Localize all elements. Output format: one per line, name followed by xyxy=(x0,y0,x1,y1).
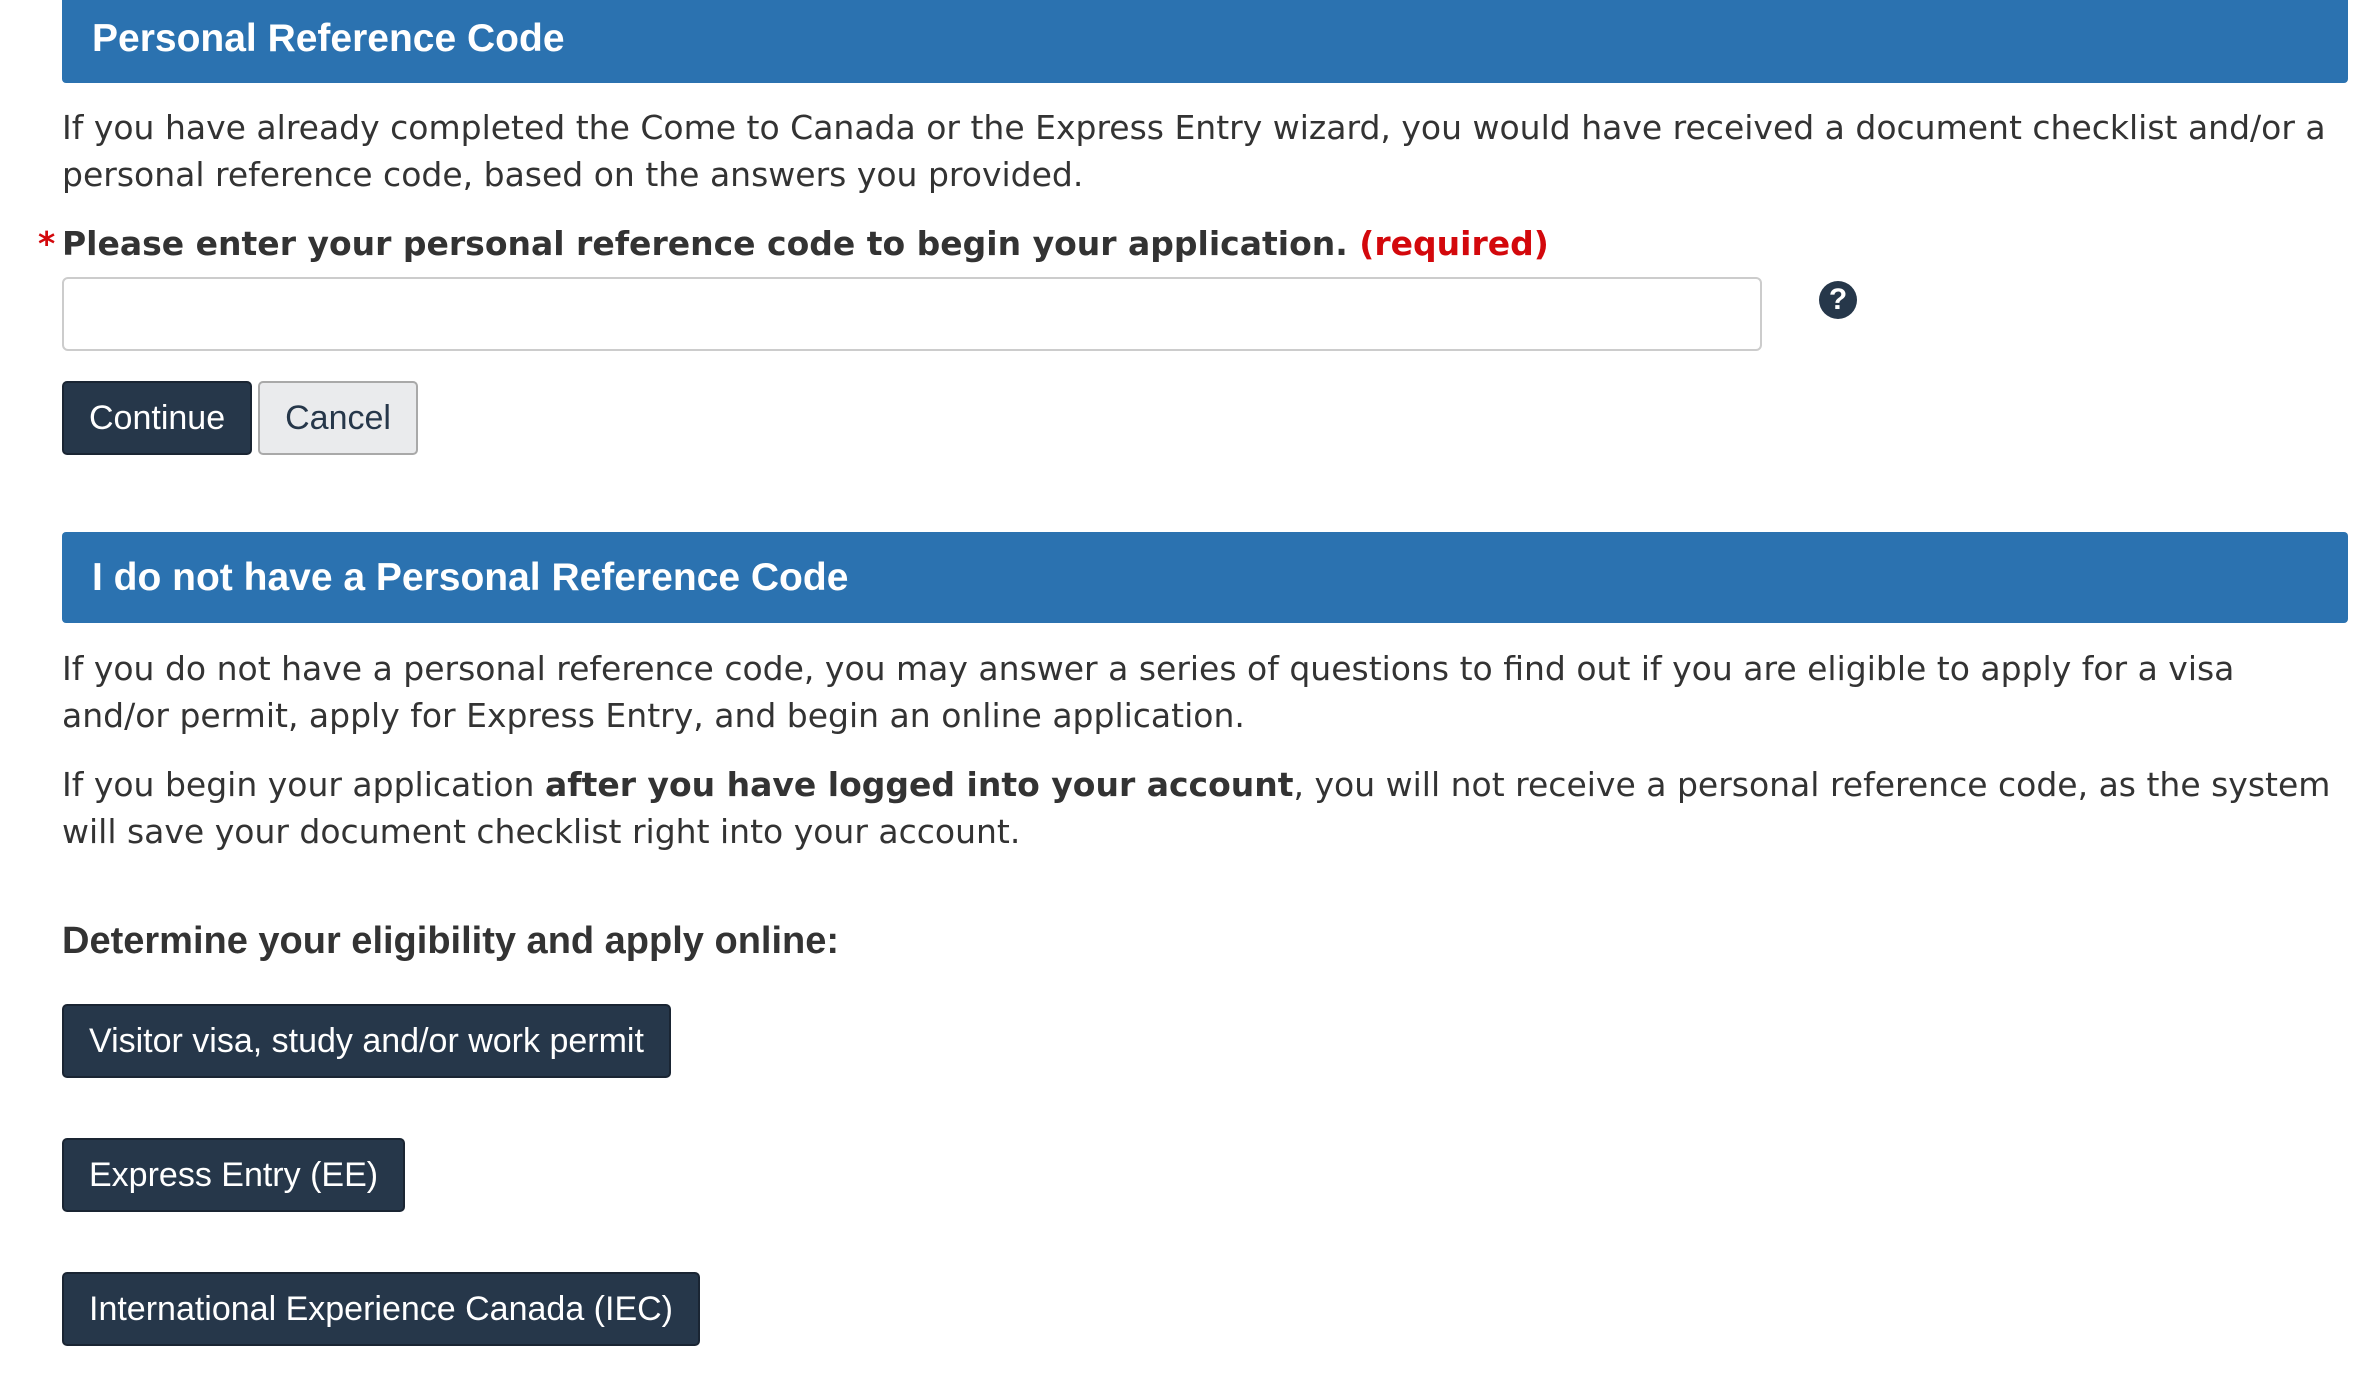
prc-input-row: ? xyxy=(62,277,2348,351)
question-circle-icon[interactable]: ? xyxy=(1819,281,1857,319)
international-experience-canada-button[interactable]: International Experience Canada (IEC) xyxy=(62,1272,700,1346)
personal-reference-code-input[interactable] xyxy=(62,277,1762,351)
prc-panel-heading: Personal Reference Code xyxy=(62,0,2348,83)
cancel-button[interactable]: Cancel xyxy=(258,381,418,455)
logged-in-note-before: If you begin your application xyxy=(62,765,545,804)
prc-field-label: * Please enter your personal reference c… xyxy=(38,220,2348,267)
no-prc-panel-heading: I do not have a Personal Reference Code xyxy=(62,532,2348,623)
required-indicator: (required) xyxy=(1359,224,1549,263)
required-asterisk: * xyxy=(38,224,56,263)
eligibility-heading: Determine your eligibility and apply onl… xyxy=(62,920,840,962)
prc-intro-text: If you have already completed the Come t… xyxy=(62,108,2326,194)
logged-in-note-emphasis: after you have logged into your account xyxy=(544,765,1294,804)
visitor-visa-study-work-permit-button[interactable]: Visitor visa, study and/or work permit xyxy=(62,1004,671,1078)
prc-button-row: Continue Cancel xyxy=(62,381,2348,455)
page-content: Personal Reference Code If you have alre… xyxy=(38,0,2348,1346)
prc-field-label-text: Please enter your personal reference cod… xyxy=(62,224,1348,263)
express-entry-button[interactable]: Express Entry (EE) xyxy=(62,1138,406,1212)
logged-in-note-text: If you begin your application after you … xyxy=(62,761,2348,855)
no-prc-intro-text: If you do not have a personal reference … xyxy=(62,649,2235,735)
continue-button[interactable]: Continue xyxy=(62,381,253,455)
